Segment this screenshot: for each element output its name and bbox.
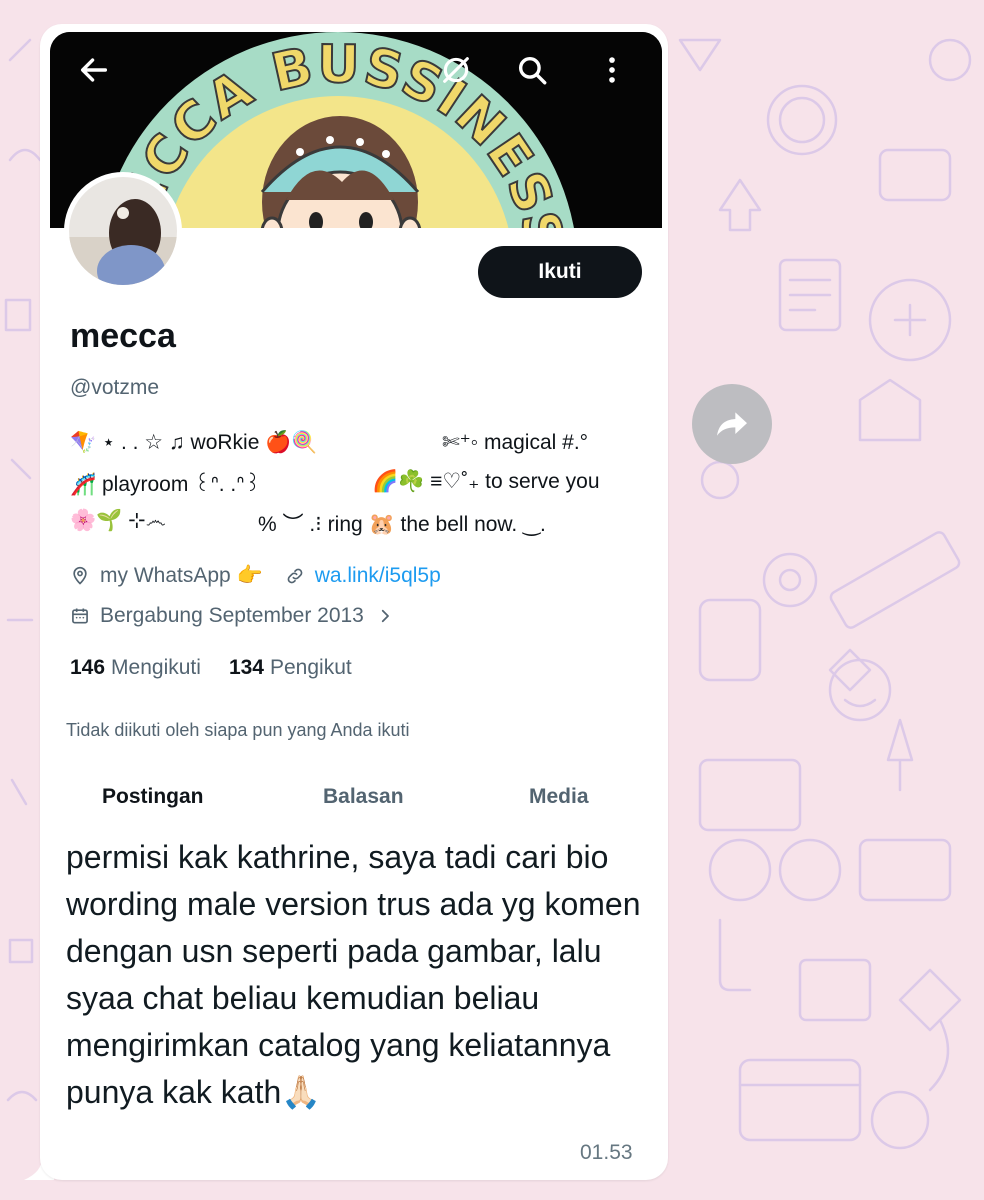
bio-line-1-left: 🪁 ⋆ . . ☆ ♫ woRkie 🍎🍭 bbox=[70, 431, 318, 454]
profile-website-link[interactable]: wa.link/i5ql5p bbox=[315, 564, 441, 588]
tab-posts[interactable]: Postingan bbox=[102, 785, 204, 809]
profile-avatar[interactable] bbox=[64, 172, 182, 290]
follow-button[interactable]: Ikuti bbox=[478, 246, 642, 298]
tab-media[interactable]: Media bbox=[529, 785, 589, 809]
bio-line-3-right: % ︶ .⁝ ring 🐹 the bell now. ‿. bbox=[258, 513, 546, 536]
forward-button[interactable] bbox=[692, 384, 772, 464]
not-followed-note: Tidak diikuti oleh siapa pun yang Anda i… bbox=[66, 720, 410, 740]
followers-count: 134 bbox=[228, 656, 264, 679]
message-text: permisi kak kathrine, saya tadi cari bio… bbox=[66, 839, 641, 1110]
calendar-icon bbox=[72, 608, 88, 624]
profile-tabs: Postingan Balasan Media bbox=[50, 777, 662, 821]
bio-line-2-right: 🌈☘️ ≡♡˚₊ to serve you bbox=[372, 470, 600, 493]
link-icon bbox=[287, 568, 303, 584]
profile-handle: @votzme bbox=[70, 376, 160, 399]
avatar-photo bbox=[69, 177, 177, 285]
profile-name: mecca bbox=[70, 317, 176, 355]
profile-location: my WhatsApp 👉 bbox=[100, 564, 263, 587]
profile-screenshot-image[interactable]: MECCA BUSSINESS bbox=[50, 32, 662, 824]
tab-replies[interactable]: Balasan bbox=[323, 785, 404, 809]
followers-label: Pengikut bbox=[269, 656, 352, 679]
followers-stat[interactable]: 134 Pengikut bbox=[229, 656, 352, 680]
bio-line-1-right: ✄⁺◦ magical #.° bbox=[442, 431, 589, 454]
more-options-button[interactable] bbox=[592, 50, 632, 90]
translate-button[interactable] bbox=[436, 50, 476, 90]
following-count: 146 bbox=[70, 656, 106, 679]
profile-joined-date: Bergabung September 2013 bbox=[100, 604, 364, 627]
following-label: Mengikuti bbox=[111, 656, 201, 679]
location-pin-icon bbox=[73, 566, 87, 585]
bio-line-3-left: 🌸🌱 ⊹෴ bbox=[70, 509, 166, 532]
chevron-right-icon bbox=[381, 609, 389, 623]
share-forward-icon bbox=[717, 412, 747, 436]
back-button[interactable] bbox=[74, 50, 114, 90]
search-icon bbox=[518, 56, 547, 85]
following-stat[interactable]: 146 Mengikuti bbox=[70, 656, 201, 680]
follow-stats: 146 Mengikuti 134 Pengikut bbox=[70, 656, 352, 680]
arrow-left-icon bbox=[80, 58, 108, 82]
more-vertical-icon bbox=[609, 57, 615, 83]
message-bubble[interactable]: MECCA BUSSINESS bbox=[40, 24, 668, 1180]
translate-icon bbox=[443, 57, 469, 83]
bio-line-2-left: 🎢 playroom ꒰ᐢ. .ᐢ꒱ bbox=[70, 473, 261, 496]
search-button[interactable] bbox=[512, 50, 552, 90]
profile-meta-location-link: my WhatsApp 👉 wa.link/i5ql5p bbox=[70, 564, 441, 588]
message-timestamp: 01.53 bbox=[580, 1141, 633, 1164]
profile-joined-row[interactable]: Bergabung September 2013 bbox=[70, 604, 404, 628]
